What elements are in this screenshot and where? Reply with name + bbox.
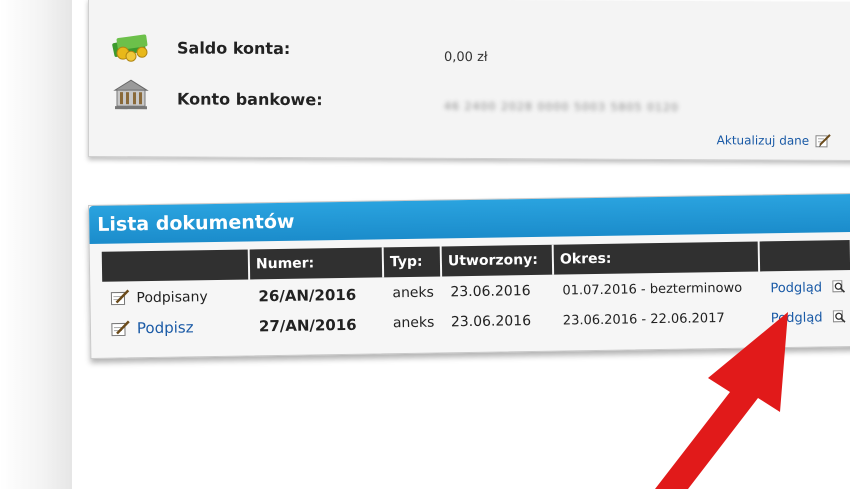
update-data-label: Aktualizuj dane [716, 133, 810, 148]
document-number: 26/AN/2016 [258, 285, 357, 306]
document-type: aneks [392, 314, 435, 332]
status-cell: Podpisany [110, 288, 208, 307]
document-number: 27/AN/2016 [258, 315, 357, 336]
bank-building-icon [111, 76, 153, 112]
edit-pencil-icon [110, 289, 130, 306]
bank-account-number: 46 2400 2028 0000 5003 5805 0120 [444, 99, 679, 115]
account-info-panel: Saldo konta: 0,00 zł Konto bankowe: 46 2… [88, 0, 850, 162]
bank-account-label: Konto bankowe: [177, 89, 323, 110]
document-period: 01.07.2016 - bezterminowo [562, 280, 743, 299]
preview-link[interactable]: Podgląd [770, 280, 845, 296]
preview-label: Podgląd [770, 280, 823, 297]
edit-pencil-icon [111, 320, 131, 337]
document-type: aneks [392, 284, 435, 302]
column-header-actions [759, 240, 850, 272]
column-header-type: Typ: [383, 246, 443, 278]
status-signed: Podpisany [136, 289, 208, 307]
column-header-number: Numer: [249, 247, 385, 280]
column-header-created: Utworzony: [441, 244, 555, 277]
left-page-edge [0, 0, 72, 489]
red-arrow-annotation [655, 312, 788, 489]
balance-value: 0,00 zł [444, 49, 488, 66]
magnifier-icon [832, 280, 845, 293]
table-header-row: Numer: Typ: Utworzony: Okres: [101, 240, 850, 282]
balance-label: Saldo konta: [177, 38, 291, 59]
documents-title: Lista dokumentów [97, 210, 295, 236]
money-stack-icon [109, 26, 151, 62]
update-data-link[interactable]: Aktualizuj dane [717, 133, 831, 148]
document-created: 23.06.2016 [450, 313, 532, 331]
column-header-period: Okres: [553, 241, 761, 275]
sign-link[interactable]: Podpisz [137, 318, 194, 337]
column-header-status [101, 249, 251, 282]
document-created: 23.06.2016 [450, 283, 531, 301]
edit-pencil-icon [815, 134, 831, 148]
status-cell: Podpisz [111, 318, 194, 337]
